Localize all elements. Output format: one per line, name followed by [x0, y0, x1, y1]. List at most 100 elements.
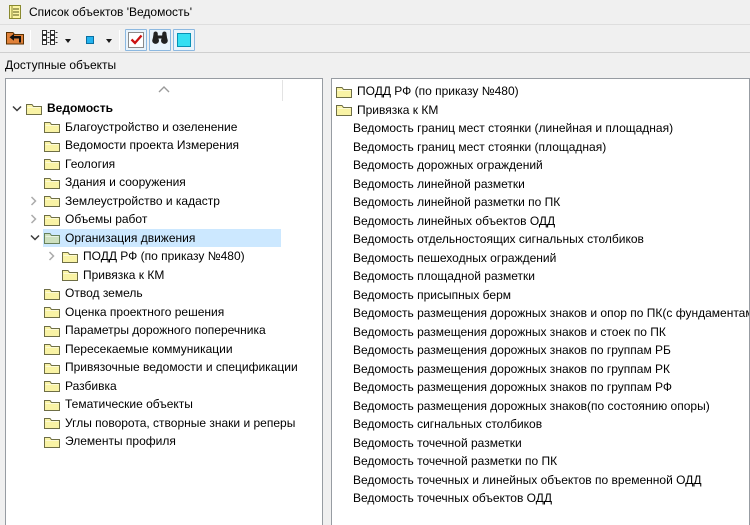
highlight-toggle-button[interactable] [173, 29, 195, 51]
folder-icon [44, 361, 60, 374]
list-item[interactable]: Ведомость размещения дорожных знаков(по … [332, 397, 749, 416]
list-item-label: Ведомость размещения дорожных знаков по … [353, 380, 672, 394]
list-item[interactable]: Ведомость линейной разметки по ПК [332, 193, 749, 212]
window-titlebar: Список объектов 'Ведомость' [0, 0, 750, 25]
tree-item-content: Объемы работ [43, 210, 281, 229]
tree-item[interactable]: Ведомость [6, 99, 322, 118]
chevron-down-icon[interactable] [12, 105, 25, 112]
tree-item[interactable]: Привязочные ведомости и спецификации [6, 358, 322, 377]
list-item[interactable]: Ведомость размещения дорожных знаков по … [332, 341, 749, 360]
tree-item[interactable]: Отвод земель [6, 284, 322, 303]
folder-icon [44, 194, 60, 207]
tree-item[interactable]: Геология [6, 155, 322, 174]
list-item[interactable]: Ведомость площадной разметки [332, 267, 749, 286]
tree-item[interactable]: Объемы работ [6, 210, 322, 229]
tree-item-label: Ведомости проекта Измерения [65, 138, 239, 152]
chevron-right-icon[interactable] [30, 196, 43, 206]
tree-item-content: Элементы профиля [43, 432, 281, 451]
binoculars-icon [151, 30, 169, 50]
marker-dropdown[interactable] [102, 29, 116, 51]
folder-icon [62, 250, 78, 263]
tree-item-label: Геология [65, 157, 115, 171]
tree-item-label: Объемы работ [65, 212, 147, 226]
list-item[interactable]: Ведомость точечной разметки [332, 434, 749, 453]
tree-item[interactable]: Организация движения [6, 229, 322, 248]
list-item-label: Привязка к КМ [357, 103, 438, 117]
tree-item[interactable]: ПОДД РФ (по приказу №480) [6, 247, 322, 266]
chevron-down-icon[interactable] [30, 234, 43, 241]
list-item[interactable]: Ведомость присыпных берм [332, 286, 749, 305]
folder-icon [26, 102, 42, 115]
tree-item-content: Землеустройство и кадастр [43, 192, 281, 211]
tree-item[interactable]: Здания и сооружения [6, 173, 322, 192]
tree-item-label: ПОДД РФ (по приказу №480) [83, 249, 245, 263]
search-button[interactable] [149, 29, 171, 51]
tree-item-content: Здания и сооружения [43, 173, 281, 192]
check-toggle-button[interactable] [125, 29, 147, 51]
window-title: Список объектов 'Ведомость' [29, 5, 192, 19]
objects-tree-panel: Ведомость Благоустройство и озеленение Вед… [5, 78, 323, 525]
tree-item[interactable]: Разбивка [6, 377, 322, 396]
folder-icon [44, 416, 60, 429]
tree-item-content: Углы поворота, створные знаки и реперы [43, 414, 295, 433]
list-item[interactable]: Ведомость размещения дорожных знаков и о… [332, 304, 749, 323]
tree-item-content: Ведомость [25, 99, 281, 118]
list-item[interactable]: Ведомость точечных и линейных объектов п… [332, 471, 749, 490]
list-item[interactable]: Ведомость точечной разметки по ПК [332, 452, 749, 471]
chevron-right-icon[interactable] [48, 251, 61, 261]
tree-item-label: Оценка проектного решения [65, 305, 224, 319]
list-item[interactable]: Ведомость границ мест стоянки (площадная… [332, 138, 749, 157]
blue-square-icon [86, 36, 94, 44]
list-item[interactable]: Ведомость границ мест стоянки (линейная … [332, 119, 749, 138]
tree-item[interactable]: Элементы профиля [6, 432, 322, 451]
tree-item-label: Тематические объекты [65, 397, 193, 411]
marker-button[interactable] [78, 29, 102, 51]
list-item-label: Ведомость размещения дорожных знаков(по … [353, 399, 710, 413]
tree-item[interactable]: Углы поворота, створные знаки и реперы [6, 414, 322, 433]
list-item-label: Ведомость размещения дорожных знаков и с… [353, 325, 666, 339]
list-item[interactable]: Ведомость размещения дорожных знаков по … [332, 378, 749, 397]
list-item-label: Ведомость точечной разметки по ПК [353, 454, 557, 468]
list-item[interactable]: Ведомость пешеходных ограждений [332, 249, 749, 268]
list-item[interactable]: Ведомость отдельностоящих сигнальных сто… [332, 230, 749, 249]
list-item-label: Ведомость размещения дорожных знаков по … [353, 343, 671, 357]
list-item[interactable]: Привязка к КМ [332, 101, 749, 120]
list-item-label: Ведомость линейной разметки [353, 177, 525, 191]
tree-layout-button[interactable] [37, 29, 61, 51]
tree-item-label: Разбивка [65, 379, 117, 393]
tree-column-line [282, 80, 283, 101]
tree-item-label: Благоустройство и озеленение [65, 120, 237, 134]
toolbar-separator [30, 30, 31, 50]
list-item[interactable]: Ведомость сигнальных столбиков [332, 415, 749, 434]
parent-folder-button[interactable] [3, 29, 27, 51]
list-rows: ПОДД РФ (по приказу №480) Привязка к КМ Ве… [332, 82, 749, 508]
tree-item-label: Землеустройство и кадастр [65, 194, 220, 208]
chevron-up-icon [158, 80, 170, 98]
tree-item[interactable]: Благоустройство и озеленение [6, 118, 322, 137]
tree-item[interactable]: Землеустройство и кадастр [6, 192, 322, 211]
list-item[interactable]: ПОДД РФ (по приказу №480) [332, 82, 749, 101]
list-item[interactable]: Ведомость точечных объектов ОДД [332, 489, 749, 508]
tree-item[interactable]: Привязка к КМ [6, 266, 322, 285]
tree-item[interactable]: Тематические объекты [6, 395, 322, 414]
folder-open-icon [44, 231, 60, 244]
tree-item[interactable]: Пересекаемые коммуникации [6, 340, 322, 359]
tree-item-content: Привязка к КМ [61, 266, 281, 285]
tree-layout-dropdown[interactable] [61, 29, 75, 51]
list-item-label: Ведомость линейных объектов ОДД [353, 214, 555, 228]
list-item[interactable]: Ведомость размещения дорожных знаков по … [332, 360, 749, 379]
list-item[interactable]: Ведомость дорожных ограждений [332, 156, 749, 175]
chevron-right-icon[interactable] [30, 214, 43, 224]
tree-item[interactable]: Параметры дорожного поперечника [6, 321, 322, 340]
list-item[interactable]: Ведомость линейной разметки [332, 175, 749, 194]
list-item[interactable]: Ведомость размещения дорожных знаков и с… [332, 323, 749, 342]
list-item-label: Ведомость точечных и линейных объектов п… [353, 473, 701, 487]
list-item-label: Ведомость сигнальных столбиков [353, 417, 542, 431]
tree-item-content: Параметры дорожного поперечника [43, 321, 281, 340]
tree-scroll-up[interactable] [6, 79, 322, 99]
list-item-label: Ведомость линейной разметки по ПК [353, 195, 560, 209]
list-item-label: Ведомость точечных объектов ОДД [353, 491, 552, 505]
list-item[interactable]: Ведомость линейных объектов ОДД [332, 212, 749, 231]
tree-item[interactable]: Оценка проектного решения [6, 303, 322, 322]
tree-item[interactable]: Ведомости проекта Измерения [6, 136, 322, 155]
